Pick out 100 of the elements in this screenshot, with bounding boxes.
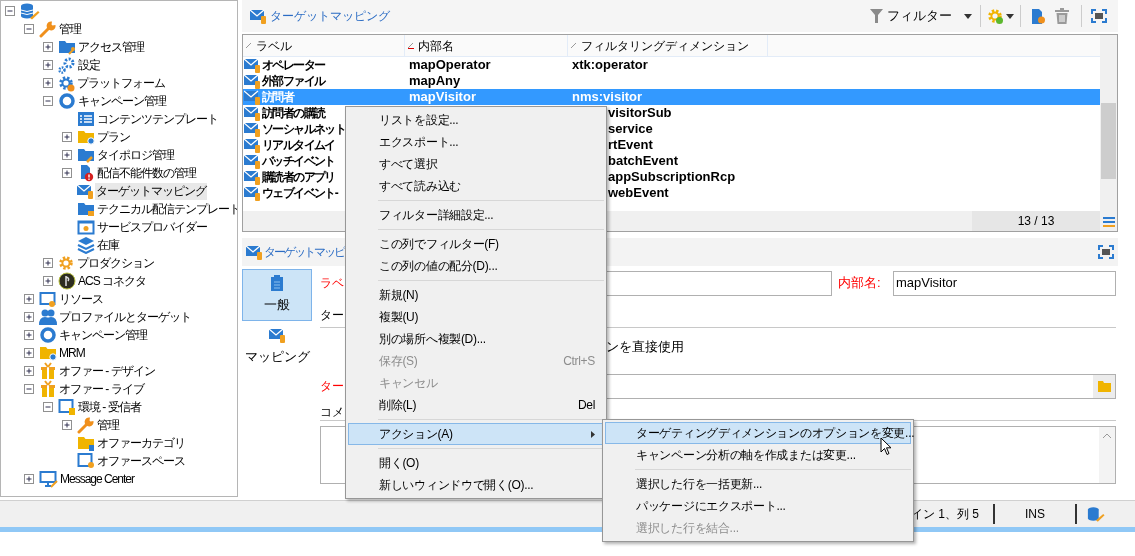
menu-item[interactable]: 選択した行を一括更新...: [605, 473, 911, 495]
mouse-pointer-icon: [880, 437, 892, 456]
column-header[interactable]: 内部名: [405, 35, 568, 56]
gift-icon: [39, 362, 57, 380]
menu-item[interactable]: パッケージにエクスポート...: [605, 495, 911, 517]
expand-toggle[interactable]: [24, 366, 34, 376]
tree-item[interactable]: プラン: [96, 128, 131, 146]
scrollbar[interactable]: [1100, 35, 1117, 231]
internal-name-field[interactable]: mapVisitor: [893, 270, 1116, 296]
expand-toggle[interactable]: [43, 258, 53, 268]
document-icon: [1030, 7, 1046, 25]
field-label: ラベ: [320, 275, 345, 292]
shortcut: Ctrl+S: [563, 353, 595, 370]
table-cell[interactable]: バッチイベント: [262, 152, 335, 170]
column-header[interactable]: ラベル: [243, 35, 405, 56]
tree-item[interactable]: 設定: [77, 56, 101, 74]
tree-item[interactable]: ACS コネクタ: [77, 272, 147, 290]
window-icon: [77, 452, 95, 470]
expand-toggle[interactable]: [43, 42, 53, 52]
folder-icon: [1097, 380, 1111, 392]
tree-item[interactable]: Message Center: [59, 470, 136, 488]
tree-item[interactable]: プロファイルとターゲット: [58, 308, 192, 326]
menu-item[interactable]: 開く(O): [348, 452, 604, 474]
collapse-toggle[interactable]: [24, 24, 34, 34]
menu-item[interactable]: すべて読み込む: [348, 175, 604, 197]
filter-icon: [870, 9, 883, 23]
tree-item[interactable]: プラットフォーム: [76, 74, 166, 92]
tree-item[interactable]: オファー - ライブ: [58, 380, 145, 398]
expand-toggle[interactable]: [62, 132, 72, 142]
filter-button[interactable]: フィルター: [868, 4, 974, 28]
menu-item[interactable]: 複製(U): [348, 306, 604, 328]
tree-item[interactable]: テクニカル配信テンプレート: [96, 200, 237, 218]
expand-toggle[interactable]: [24, 294, 34, 304]
tree-item[interactable]: オファー - デザイン: [58, 362, 156, 380]
expand-toggle[interactable]: [62, 420, 72, 430]
menu-item[interactable]: 新規(N): [348, 284, 604, 306]
window-icon: [39, 290, 57, 308]
table-cell[interactable]: 訪問者の購読: [262, 104, 325, 122]
tree-item[interactable]: キャンペーン管理: [77, 92, 167, 110]
tree-item[interactable]: タイポロジ管理: [96, 146, 175, 164]
tree-item[interactable]: リソース: [58, 290, 104, 308]
tree-item[interactable]: オファーカテゴリ: [96, 434, 186, 452]
expand-toggle[interactable]: [62, 150, 72, 160]
expand-toggle[interactable]: [24, 312, 34, 322]
tree-item[interactable]: サービスプロバイダー: [96, 218, 208, 236]
menu-item[interactable]: 別の場所へ複製(D)...: [348, 328, 604, 350]
expand-toggle[interactable]: [43, 276, 53, 286]
tree-item[interactable]: アクセス管理: [77, 38, 145, 56]
menu-item[interactable]: この列でフィルター(F): [348, 233, 604, 255]
tree-item[interactable]: 管理: [96, 416, 120, 434]
menu-item[interactable]: エクスポート...: [348, 131, 604, 153]
tree-item[interactable]: MRM: [58, 344, 86, 362]
table-cell[interactable]: リアルタイムイ: [262, 136, 335, 154]
menu-item[interactable]: 新しいウィンドウで開く(O)...: [348, 474, 604, 496]
menu-item[interactable]: この列の値の配分(D)...: [348, 255, 604, 277]
menu-item[interactable]: リストを設定...: [348, 109, 604, 131]
caret-icon: [1006, 13, 1014, 19]
tree-item[interactable]: ターゲットマッピング: [95, 182, 207, 200]
expand-toggle[interactable]: [62, 168, 72, 178]
shortcut: Del: [577, 397, 595, 414]
expand-toggle[interactable]: [43, 78, 53, 88]
tree-item[interactable]: 在庫: [96, 236, 120, 254]
collapse-toggle[interactable]: [43, 96, 53, 106]
tree-item[interactable]: 環境 - 受信者: [77, 398, 142, 416]
collapse-toggle[interactable]: [24, 384, 34, 394]
collapse-toggle[interactable]: [5, 6, 15, 16]
record-count: 13 / 13: [972, 211, 1100, 231]
envelope-icon: [250, 8, 267, 24]
menu-item[interactable]: キャンペーン分析の軸を作成または変更...: [605, 444, 911, 466]
menu-item[interactable]: 削除(L) Del: [348, 394, 604, 416]
tree-item[interactable]: プロダクション: [76, 254, 155, 272]
table-cell[interactable]: 購読者のアプリ: [262, 168, 335, 186]
table-cell[interactable]: ソーシャルネット: [262, 120, 346, 138]
envelope-icon: [246, 244, 263, 260]
scroll-up-icon[interactable]: [1103, 433, 1111, 438]
list-icon: [77, 111, 95, 127]
tree-item[interactable]: オファースペース: [96, 452, 186, 470]
panel-title: ターゲットマッピング: [270, 8, 390, 25]
table-cell[interactable]: ウェブイベント-: [262, 184, 338, 202]
list-view-icon[interactable]: [1102, 217, 1115, 227]
expand-toggle[interactable]: [24, 348, 34, 358]
table-cell[interactable]: 外部ファイル: [262, 72, 325, 90]
collapse-toggle[interactable]: [43, 402, 53, 412]
side-tab[interactable]: 一般: [242, 269, 312, 321]
tree-item[interactable]: キャンペーン管理: [58, 326, 148, 344]
expand-toggle[interactable]: [24, 474, 34, 484]
menu-item[interactable]: すべて選択: [348, 153, 604, 175]
envelope-icon: [77, 183, 94, 199]
expand-toggle[interactable]: [43, 60, 53, 70]
menu-item[interactable]: フィルター詳細設定...: [348, 204, 604, 226]
table-cell[interactable]: オペレーター: [262, 56, 325, 74]
expand-toggle[interactable]: [24, 330, 34, 340]
folder-icon: [77, 435, 95, 451]
tree-item[interactable]: コンテンツテンプレート: [96, 110, 219, 128]
maximize-button[interactable]: [1098, 245, 1114, 259]
tree-item[interactable]: 管理: [58, 20, 82, 38]
database-icon[interactable]: [1087, 505, 1105, 523]
column-header[interactable]: フィルタリングディメンション: [568, 35, 768, 56]
menu-item[interactable]: アクション(A): [348, 423, 604, 445]
tree-item[interactable]: 配信不能件数の管理: [96, 164, 197, 182]
